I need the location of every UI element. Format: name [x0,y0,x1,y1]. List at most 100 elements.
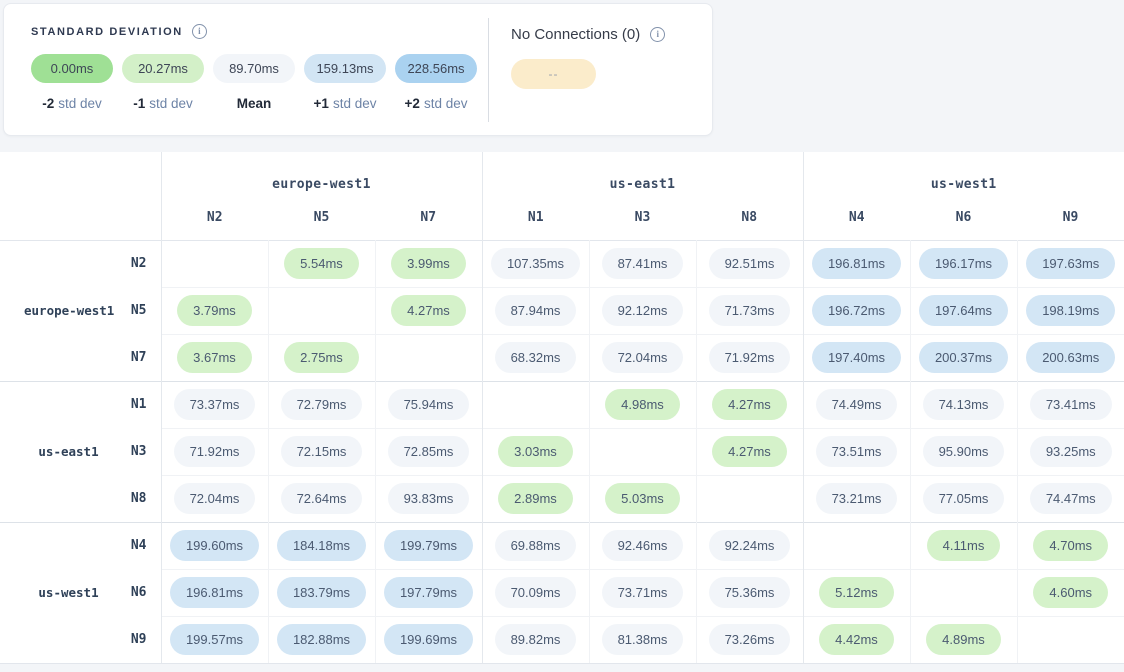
latency-pill[interactable]: 199.69ms [384,624,473,655]
latency-pill[interactable]: 107.35ms [491,248,580,279]
latency-pill[interactable]: 74.13ms [923,389,1005,420]
latency-pill[interactable]: 93.25ms [1030,436,1112,467]
latency-pill[interactable]: 200.37ms [919,342,1008,373]
legend-item: 89.70ms Mean [213,54,295,111]
latency-pill[interactable]: 5.03ms [605,483,680,514]
latency-cell [910,569,1017,616]
latency-pill[interactable]: 92.46ms [602,530,684,561]
latency-pill[interactable]: 73.41ms [1030,389,1112,420]
latency-pill[interactable]: 92.12ms [602,295,684,326]
latency-cell: 197.79ms [375,569,482,616]
matrix-row-N2: europe-west1N25.54ms3.99ms107.35ms87.41m… [0,240,1124,287]
latency-pill[interactable]: 72.15ms [281,436,363,467]
latency-pill[interactable]: 72.85ms [388,436,470,467]
legend-label: Mean [213,96,295,111]
latency-pill[interactable]: 199.57ms [170,624,259,655]
latency-pill[interactable]: 196.81ms [812,248,901,279]
latency-pill[interactable]: 2.89ms [498,483,573,514]
latency-pill[interactable]: 4.89ms [926,624,1001,655]
latency-pill[interactable]: 95.90ms [923,436,1005,467]
latency-pill[interactable]: 184.18ms [277,530,366,561]
latency-pill[interactable]: 197.40ms [812,342,901,373]
info-icon[interactable] [192,24,207,39]
latency-pill[interactable]: 73.51ms [816,436,898,467]
legend-item: 0.00ms -2std dev [31,54,113,111]
divider [488,18,489,122]
latency-pill[interactable]: 72.79ms [281,389,363,420]
latency-pill[interactable]: 2.75ms [284,342,359,373]
latency-pill[interactable]: 4.11ms [927,530,1001,561]
latency-cell: 107.35ms [482,240,589,287]
latency-pill[interactable]: 196.72ms [812,295,901,326]
col-group-europe-west1: europe-west1 [161,152,482,202]
latency-pill[interactable]: 89.82ms [495,624,577,655]
latency-cell: 4.89ms [910,616,1017,663]
latency-pill[interactable]: 4.42ms [819,624,894,655]
latency-pill[interactable]: 81.38ms [602,624,684,655]
latency-pill[interactable]: 4.70ms [1033,530,1108,561]
latency-pill[interactable]: 71.92ms [709,342,791,373]
latency-cell: 4.42ms [803,616,910,663]
latency-pill[interactable]: 73.26ms [709,624,791,655]
latency-pill[interactable]: 196.17ms [919,248,1008,279]
latency-cell [161,240,268,287]
latency-cell: 196.72ms [803,287,910,334]
latency-pill[interactable]: 73.71ms [602,577,684,608]
latency-pill[interactable]: 196.81ms [170,577,259,608]
latency-pill[interactable]: 4.27ms [712,389,787,420]
latency-pill[interactable]: 87.41ms [602,248,684,279]
latency-pill[interactable]: 68.32ms [495,342,577,373]
latency-pill[interactable]: 74.47ms [1030,483,1112,514]
latency-pill[interactable]: 197.79ms [384,577,473,608]
latency-pill[interactable]: 75.94ms [388,389,470,420]
latency-pill[interactable]: 73.21ms [816,483,898,514]
row-group-label: europe-west1 [0,240,113,381]
col-header-N2: N2 [161,202,268,240]
latency-pill[interactable]: 198.19ms [1026,295,1115,326]
latency-pill[interactable]: 74.49ms [816,389,898,420]
latency-pill[interactable]: 93.83ms [388,483,470,514]
latency-cell: 75.94ms [375,381,482,428]
latency-pill[interactable]: 71.73ms [709,295,791,326]
latency-pill[interactable]: 4.60ms [1033,577,1108,608]
latency-pill[interactable]: 77.05ms [923,483,1005,514]
latency-pill[interactable]: 3.67ms [177,342,252,373]
latency-pill[interactable]: 3.99ms [391,248,466,279]
latency-pill[interactable]: 73.37ms [174,389,256,420]
latency-pill[interactable]: 199.60ms [170,530,259,561]
latency-pill[interactable]: 87.94ms [495,295,577,326]
latency-pill[interactable]: 4.27ms [712,436,787,467]
latency-pill[interactable]: 197.64ms [919,295,1008,326]
latency-pill[interactable]: 72.04ms [602,342,684,373]
latency-pill[interactable]: 183.79ms [277,577,366,608]
latency-pill[interactable]: 72.04ms [174,483,256,514]
latency-pill[interactable]: 5.54ms [284,248,359,279]
latency-pill[interactable]: 199.79ms [384,530,473,561]
latency-cell: 70.09ms [482,569,589,616]
latency-cell: 4.27ms [696,428,803,475]
row-group-us-east1: us-east1N173.37ms72.79ms75.94ms4.98ms4.2… [0,381,1124,522]
latency-pill[interactable]: 75.36ms [709,577,791,608]
info-icon[interactable] [650,27,665,42]
latency-pill[interactable]: 3.79ms [177,295,252,326]
col-header-N8: N8 [696,202,803,240]
latency-pill[interactable]: 3.03ms [498,436,573,467]
latency-pill[interactable]: 200.63ms [1026,342,1115,373]
latency-pill[interactable]: 72.64ms [281,483,363,514]
matrix-row-N9: N9199.57ms182.88ms199.69ms89.82ms81.38ms… [0,616,1124,663]
latency-cell: 3.79ms [161,287,268,334]
matrix-row-N7: N73.67ms2.75ms68.32ms72.04ms71.92ms197.4… [0,334,1124,381]
latency-pill[interactable]: 69.88ms [495,530,577,561]
latency-pill[interactable]: 5.12ms [819,577,894,608]
latency-cell: 4.27ms [696,381,803,428]
latency-pill[interactable]: 92.51ms [709,248,791,279]
latency-pill[interactable]: 70.09ms [495,577,577,608]
legend-item: 20.27ms -1std dev [122,54,204,111]
legend-label: +2std dev [395,96,477,111]
latency-pill[interactable]: 4.27ms [391,295,466,326]
latency-pill[interactable]: 71.92ms [174,436,256,467]
latency-pill[interactable]: 4.98ms [605,389,680,420]
latency-pill[interactable]: 197.63ms [1026,248,1115,279]
latency-pill[interactable]: 92.24ms [709,530,791,561]
latency-pill[interactable]: 182.88ms [277,624,366,655]
